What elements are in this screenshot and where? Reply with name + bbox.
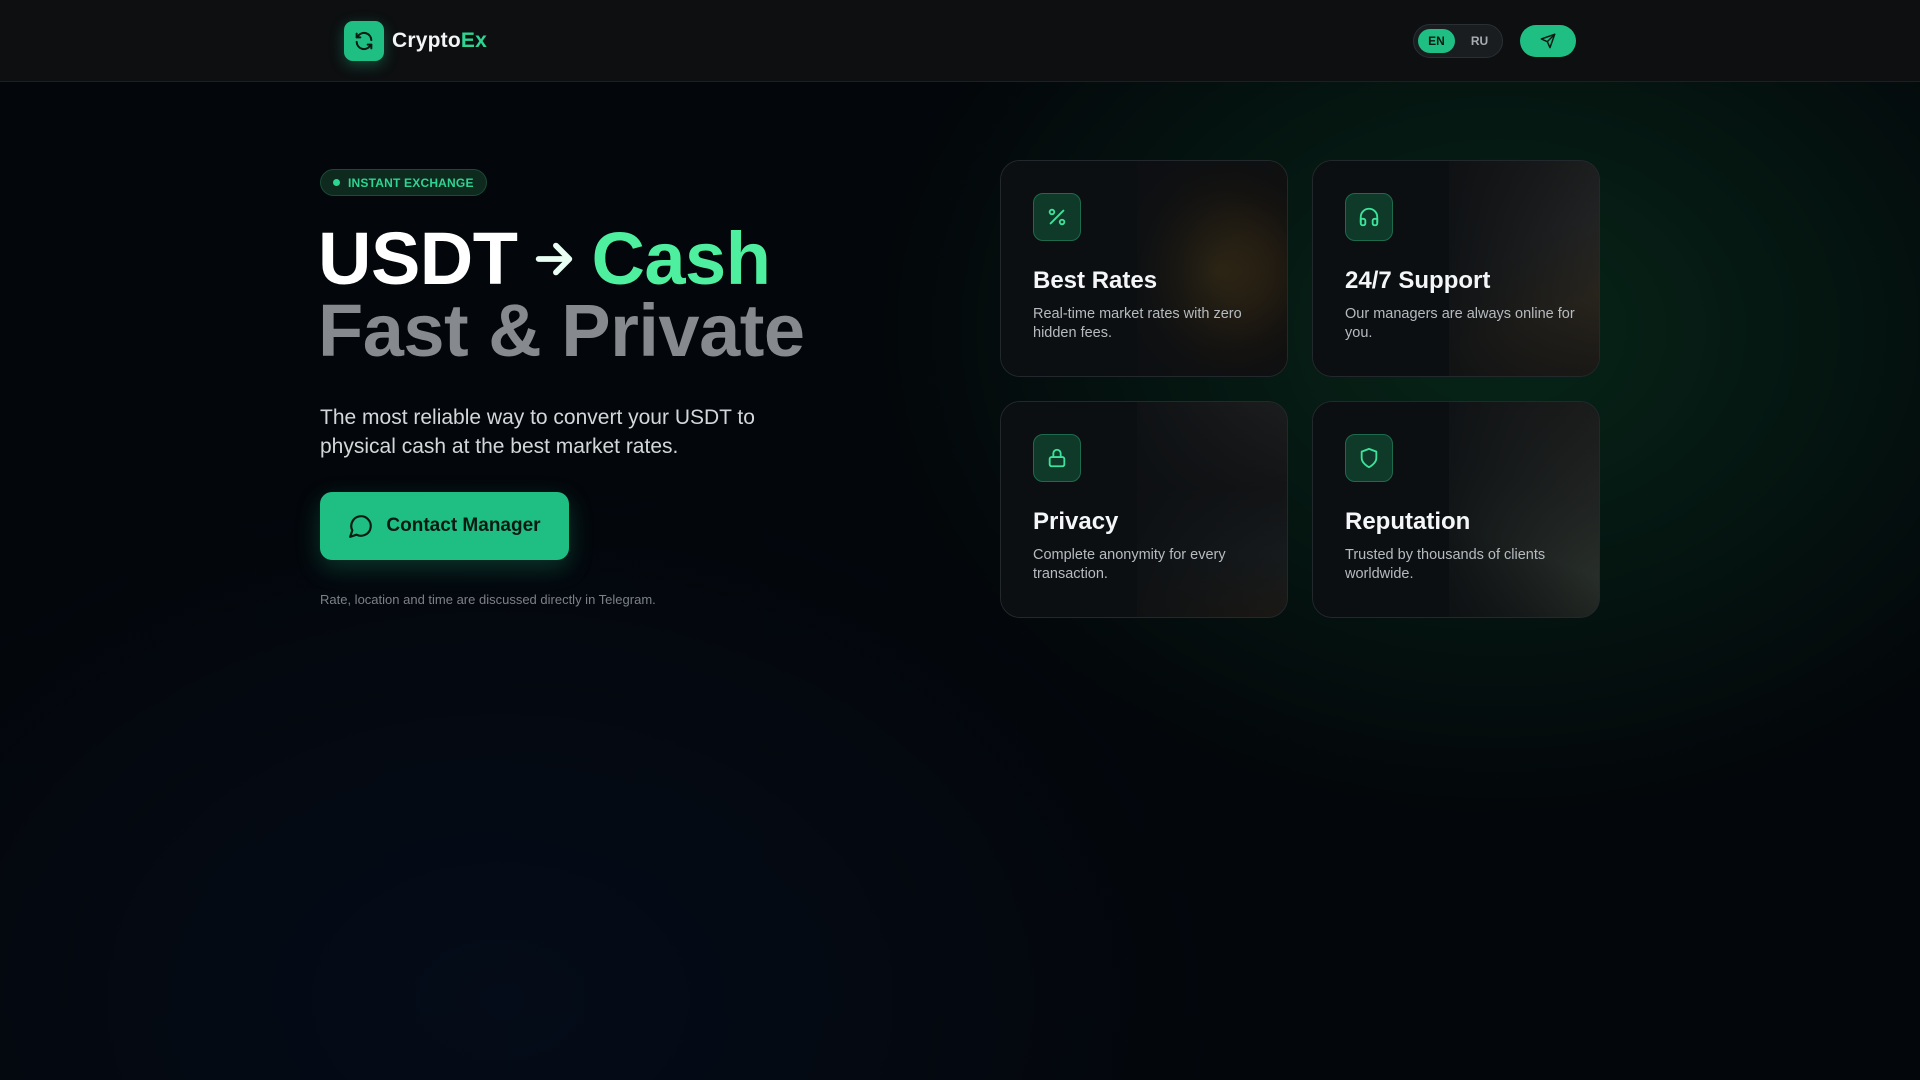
hero-subtitle: Fast & Private [318, 289, 805, 372]
hero-description: The most reliable way to convert your US… [320, 406, 755, 458]
lang-en-button[interactable]: EN [1418, 29, 1455, 53]
top-header: CryptoEx EN RU [0, 0, 1920, 82]
hero-title: USDT Cash Fast & Private [318, 222, 805, 368]
feature-title: Privacy [1033, 508, 1119, 535]
hero-note: Rate, location and time are discussed di… [320, 592, 656, 607]
feature-description: Trusted by thousands of clients worldwid… [1345, 547, 1546, 582]
lock-icon [1033, 434, 1081, 482]
language-switch: EN RU [1413, 24, 1503, 58]
feature-description: Complete anonymity for every transaction… [1033, 547, 1226, 582]
contact-manager-label: Contact Manager [386, 515, 541, 536]
arrow-right-icon [531, 236, 577, 282]
hero-title-from: USDT [318, 217, 518, 300]
headphones-icon [1345, 193, 1393, 241]
instant-exchange-badge: INSTANT EXCHANGE [320, 169, 487, 196]
telegram-button[interactable] [1520, 25, 1576, 57]
feature-title: Best Rates [1033, 267, 1158, 294]
chat-bubble-icon [349, 515, 373, 538]
feature-title: Reputation [1345, 508, 1471, 535]
hero-title-to: Cash [591, 217, 771, 300]
brand-name: CryptoEx [392, 29, 487, 52]
lang-ru-button[interactable]: RU [1461, 29, 1498, 53]
shield-icon [1345, 434, 1393, 482]
feature-card-reputation: Reputation Trusted by thousands of clien… [1312, 401, 1600, 618]
feature-description: Our managers are always online for you. [1345, 306, 1575, 341]
feature-card-best-rates: Best Rates Real-time market rates with z… [1000, 160, 1288, 377]
exchange-refresh-icon [344, 21, 384, 61]
brand-logo[interactable]: CryptoEx [344, 21, 487, 61]
badge-label: INSTANT EXCHANGE [348, 175, 474, 190]
contact-manager-button[interactable]: Contact Manager [320, 492, 569, 560]
feature-card-support: 24/7 Support Our managers are always onl… [1312, 160, 1600, 377]
feature-card-privacy: Privacy Complete anonymity for every tra… [1000, 401, 1288, 618]
status-dot-icon [333, 179, 340, 186]
percent-icon [1033, 193, 1081, 241]
feature-description: Real-time market rates with zero hidden … [1033, 306, 1242, 341]
send-icon [1540, 33, 1556, 49]
feature-title: 24/7 Support [1345, 267, 1491, 294]
